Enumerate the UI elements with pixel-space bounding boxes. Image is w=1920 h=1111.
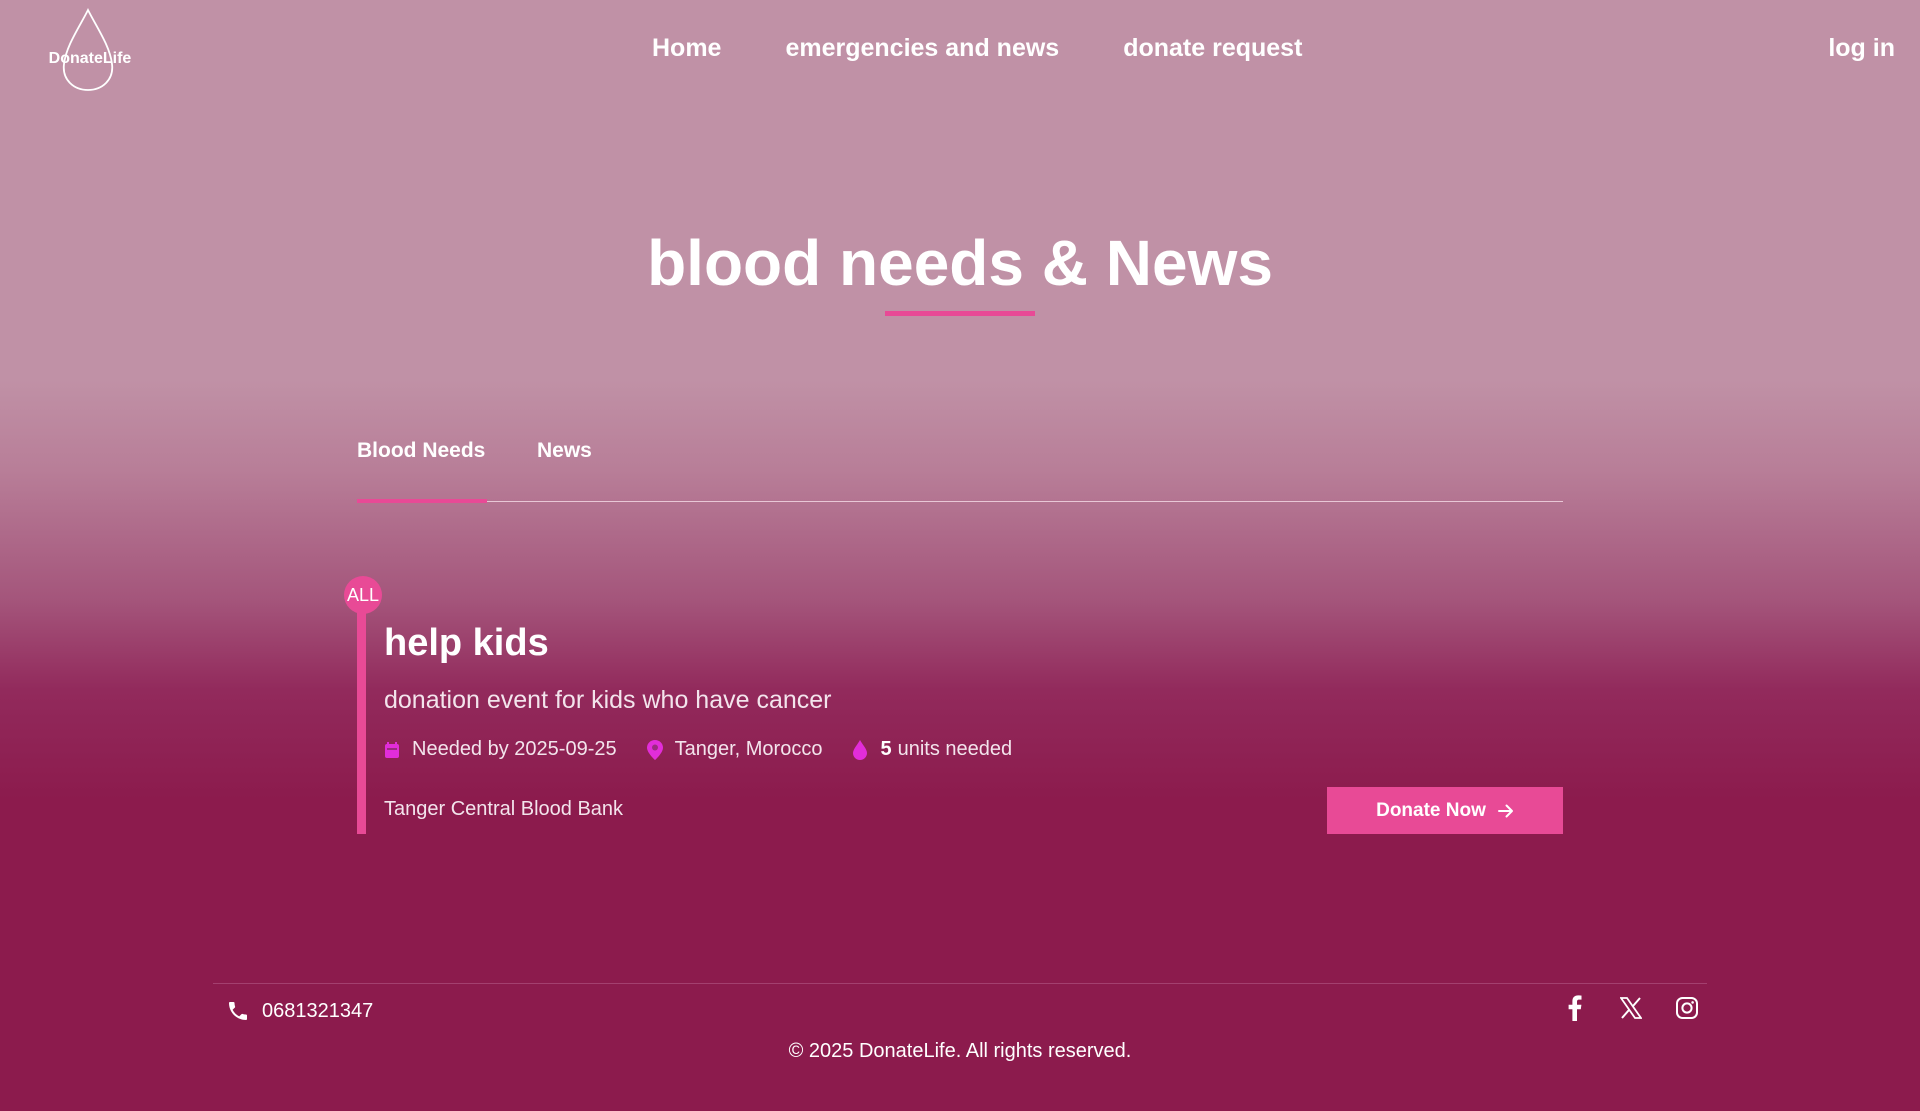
facebook-link[interactable] <box>1562 995 1588 1021</box>
main-nav: Home emergencies and news donate request <box>652 34 1302 63</box>
login-link[interactable]: log in <box>1828 34 1895 63</box>
request-meta: Needed by 2025-09-25 Tanger, Morocco 5 u… <box>384 738 1042 761</box>
location: Tanger, Morocco <box>646 738 823 761</box>
facebook-icon <box>1568 995 1582 1021</box>
donate-now-label: Donate Now <box>1376 799 1486 821</box>
copyright: © 2025 DonateLife. All rights reserved. <box>788 1040 1132 1062</box>
arrow-right-icon <box>1497 804 1513 817</box>
units-label: units needed <box>897 738 1013 760</box>
tabs-divider <box>357 501 1563 502</box>
x-icon <box>1620 997 1642 1019</box>
units-needed: 5 units needed <box>852 738 1012 761</box>
nav-donate-request[interactable]: donate request <box>1123 34 1302 63</box>
social-links <box>1562 995 1700 1021</box>
request-title: help kids <box>384 622 549 664</box>
units-count: 5 <box>880 738 892 760</box>
category-badge: ALL <box>344 576 382 614</box>
tabs: Blood Needs News <box>357 425 1563 503</box>
active-tab-indicator <box>357 499 487 503</box>
tab-news[interactable]: News <box>537 439 592 463</box>
needed-by: Needed by 2025-09-25 <box>384 738 617 761</box>
location-pin-icon <box>646 739 663 760</box>
logo[interactable]: DonateLife <box>42 8 134 92</box>
phone-icon <box>229 1002 247 1020</box>
nav-home[interactable]: Home <box>652 34 721 63</box>
donate-now-button[interactable]: Donate Now <box>1327 787 1563 834</box>
logo-text: DonateLife <box>48 50 132 67</box>
location-text: Tanger, Morocco <box>674 738 823 760</box>
nav-emergencies-and-news[interactable]: emergencies and news <box>785 34 1059 63</box>
phone-number: 0681321347 <box>262 999 374 1022</box>
needed-by-text: Needed by 2025-09-25 <box>412 738 617 760</box>
timeline-bar <box>357 596 366 834</box>
page-title: blood needs & News <box>647 227 1273 299</box>
x-link[interactable] <box>1618 995 1644 1021</box>
calendar-icon <box>385 741 399 758</box>
instagram-icon <box>1676 997 1698 1019</box>
blood-bank-name: Tanger Central Blood Bank <box>384 798 624 820</box>
instagram-link[interactable] <box>1674 995 1700 1021</box>
footer-phone[interactable]: 0681321347 <box>226 999 373 1023</box>
request-description: donation event for kids who have cancer <box>384 686 832 714</box>
blood-drop-icon <box>853 739 868 760</box>
tab-blood-needs[interactable]: Blood Needs <box>357 439 485 463</box>
title-underline <box>885 311 1035 316</box>
footer-divider <box>213 983 1707 984</box>
